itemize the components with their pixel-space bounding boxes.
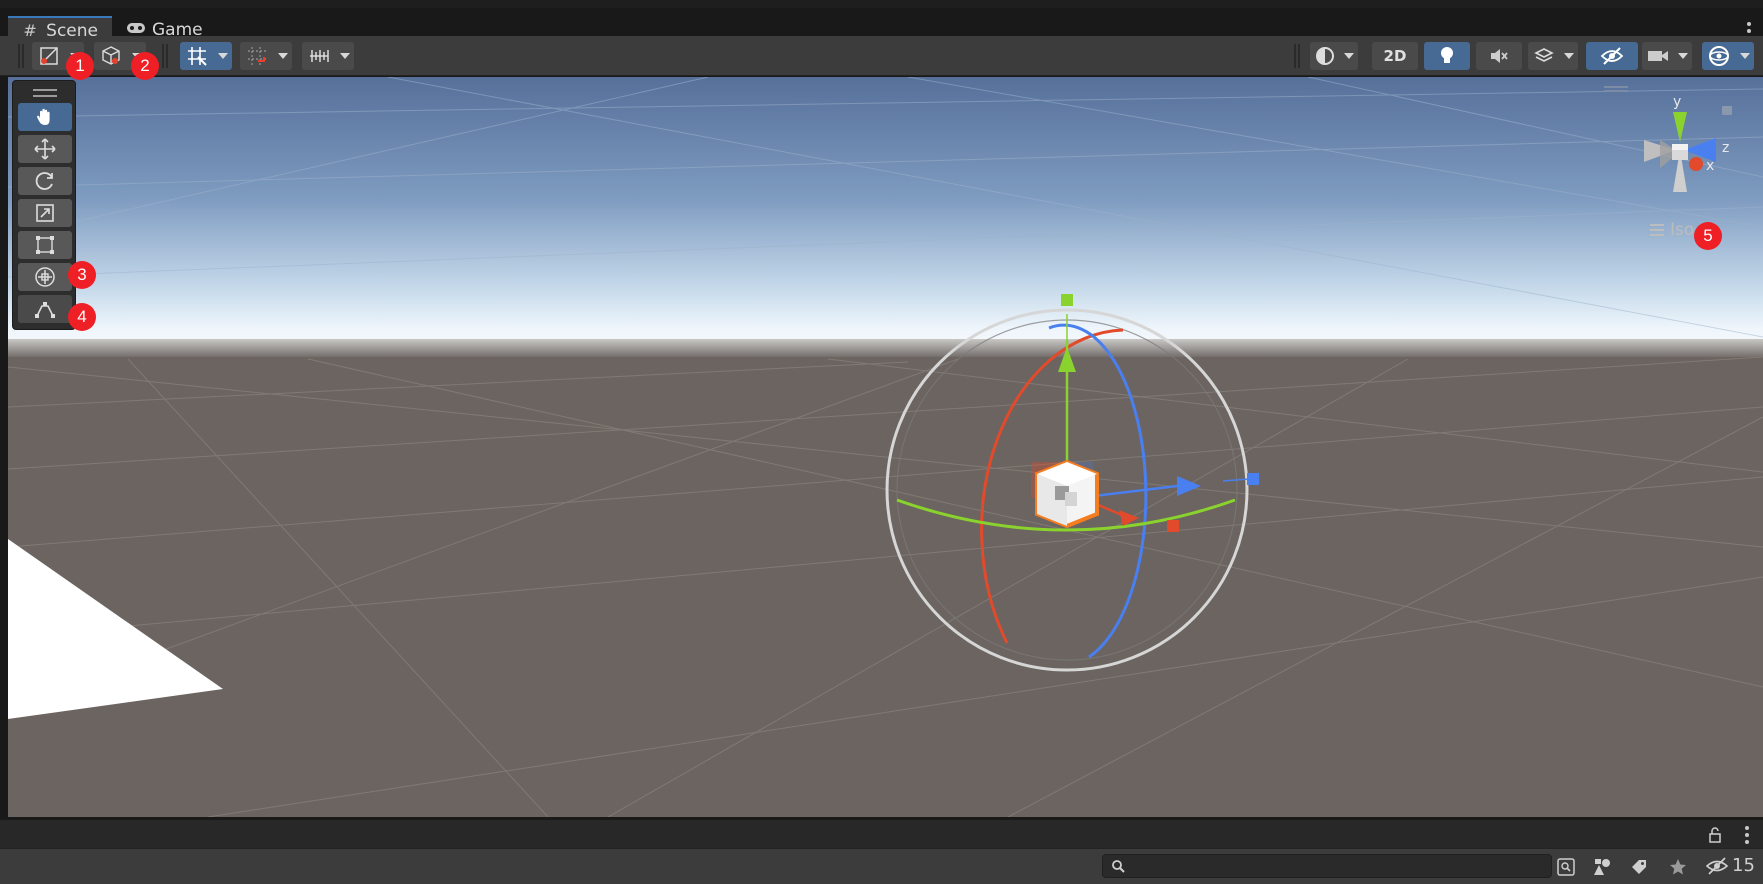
audio-mute-icon — [1491, 49, 1508, 63]
hierarchy-header — [0, 818, 1763, 848]
audio-toggle-button[interactable] — [1476, 42, 1522, 70]
search-field[interactable] — [1102, 854, 1552, 878]
custom-tool-icon — [35, 302, 55, 318]
toggle-2d-label: 2D — [1383, 47, 1407, 65]
render-mode-button[interactable] — [94, 42, 128, 70]
gizmos-dropdown[interactable] — [1736, 42, 1754, 70]
hand-tool-button[interactable] — [18, 103, 72, 131]
open-search-window-icon[interactable] — [1554, 855, 1578, 879]
callout-badge-5: 5 — [1694, 222, 1722, 250]
callout-badge-1: 1 — [66, 52, 94, 80]
favorites-star-icon[interactable] — [1666, 855, 1690, 879]
chevron-down-icon — [340, 53, 350, 59]
tools-overlay — [12, 80, 76, 330]
chevron-down-icon — [278, 53, 288, 59]
hidden-count-label: 15 — [1732, 855, 1755, 876]
grid-visibility-dropdown[interactable] — [214, 42, 232, 70]
tab-bar: # Scene Game — [0, 0, 1763, 44]
orientation-gizmo[interactable]: y z x — [1620, 90, 1740, 210]
hidden-packages-toggle[interactable]: 15 — [1705, 855, 1755, 876]
axis-y-label: y — [1673, 94, 1682, 110]
eye-hidden-icon — [1705, 856, 1729, 875]
chevron-down-icon — [218, 53, 228, 59]
chevron-down-icon — [1344, 53, 1354, 59]
custom-editor-tool-button[interactable] — [18, 295, 72, 323]
effects-button[interactable] — [1528, 42, 1560, 70]
transform-tool-button[interactable] — [18, 263, 72, 291]
panel-kebab-menu[interactable] — [1741, 824, 1753, 846]
grid-visibility-button[interactable] — [180, 42, 214, 70]
filter-by-type-icon[interactable] — [1590, 855, 1614, 879]
move-tool-button[interactable] — [18, 135, 72, 163]
axis-x-label: x — [1706, 158, 1715, 174]
scene-toolbar: 2D — [0, 36, 1763, 76]
lighting-toggle-button[interactable] — [1424, 42, 1470, 70]
snap-increment-icon — [248, 47, 266, 65]
rotate-tool-button[interactable] — [18, 167, 72, 195]
draw-mode-icon — [40, 47, 58, 65]
cube-icon — [102, 46, 120, 65]
rect-tool-button[interactable] — [18, 231, 72, 259]
menu-lines-icon — [1650, 224, 1664, 236]
scene-render — [8, 77, 1763, 817]
ruler-icon — [310, 50, 329, 62]
toolbar-grip-3[interactable] — [1294, 44, 1300, 68]
camera-settings-dropdown[interactable] — [1674, 42, 1692, 70]
grid-snapping-dropdown[interactable] — [274, 42, 292, 70]
scale-tool-button[interactable] — [18, 199, 72, 227]
overlay-drag-handle[interactable] — [33, 89, 57, 97]
scene-viewport[interactable] — [8, 77, 1763, 817]
axis-z-label: z — [1722, 140, 1730, 156]
projection-toggle[interactable]: Iso — [1650, 220, 1694, 240]
rotate-icon — [35, 172, 53, 190]
callout-badge-2: 2 — [131, 52, 159, 80]
projection-label: Iso — [1670, 220, 1695, 240]
chevron-down-icon — [1564, 53, 1574, 59]
camera-icon — [1648, 51, 1668, 61]
filter-by-label-icon[interactable] — [1627, 855, 1651, 879]
shading-mode-dropdown[interactable] — [1340, 42, 1358, 70]
toggle-2d-button[interactable]: 2D — [1372, 42, 1418, 70]
scale-icon — [36, 204, 54, 222]
callout-badge-3: 3 — [68, 261, 96, 289]
move-arrows-icon — [34, 138, 56, 160]
search-icon — [1112, 860, 1125, 873]
toolbar-grip-2[interactable] — [162, 44, 168, 68]
transform-combo-icon — [35, 267, 55, 287]
shading-sphere-icon — [1316, 47, 1334, 65]
chevron-down-icon — [1678, 53, 1688, 59]
grid-snap-icon — [188, 47, 207, 66]
increment-snap-dropdown[interactable] — [336, 42, 354, 70]
rect-transform-icon — [36, 236, 54, 254]
search-toolbar: 15 — [0, 848, 1763, 884]
camera-settings-button[interactable] — [1642, 42, 1674, 70]
lightbulb-icon — [1441, 47, 1453, 63]
increment-snap-button[interactable] — [302, 42, 336, 70]
chevron-down-icon — [1740, 53, 1750, 59]
draw-mode-button[interactable] — [32, 42, 66, 70]
scene-visibility-button[interactable] — [1586, 42, 1638, 70]
callout-badge-4: 4 — [68, 303, 96, 331]
hand-icon — [36, 108, 50, 125]
search-input[interactable] — [1131, 857, 1541, 875]
grid-snapping-button[interactable] — [240, 42, 274, 70]
shading-mode-button[interactable] — [1310, 42, 1340, 70]
toolbar-grip[interactable] — [18, 44, 24, 68]
gizmo-globe-icon — [1709, 46, 1729, 66]
lock-icon[interactable] — [1707, 827, 1723, 847]
effects-layers-icon — [1534, 48, 1554, 62]
eye-hidden-icon — [1600, 47, 1624, 65]
unity-scene-window: # Scene Game 2D y z x Iso 1 2 3 4 5 15 — [0, 0, 1763, 884]
effects-dropdown[interactable] — [1560, 42, 1578, 70]
gizmos-button[interactable] — [1702, 42, 1736, 70]
